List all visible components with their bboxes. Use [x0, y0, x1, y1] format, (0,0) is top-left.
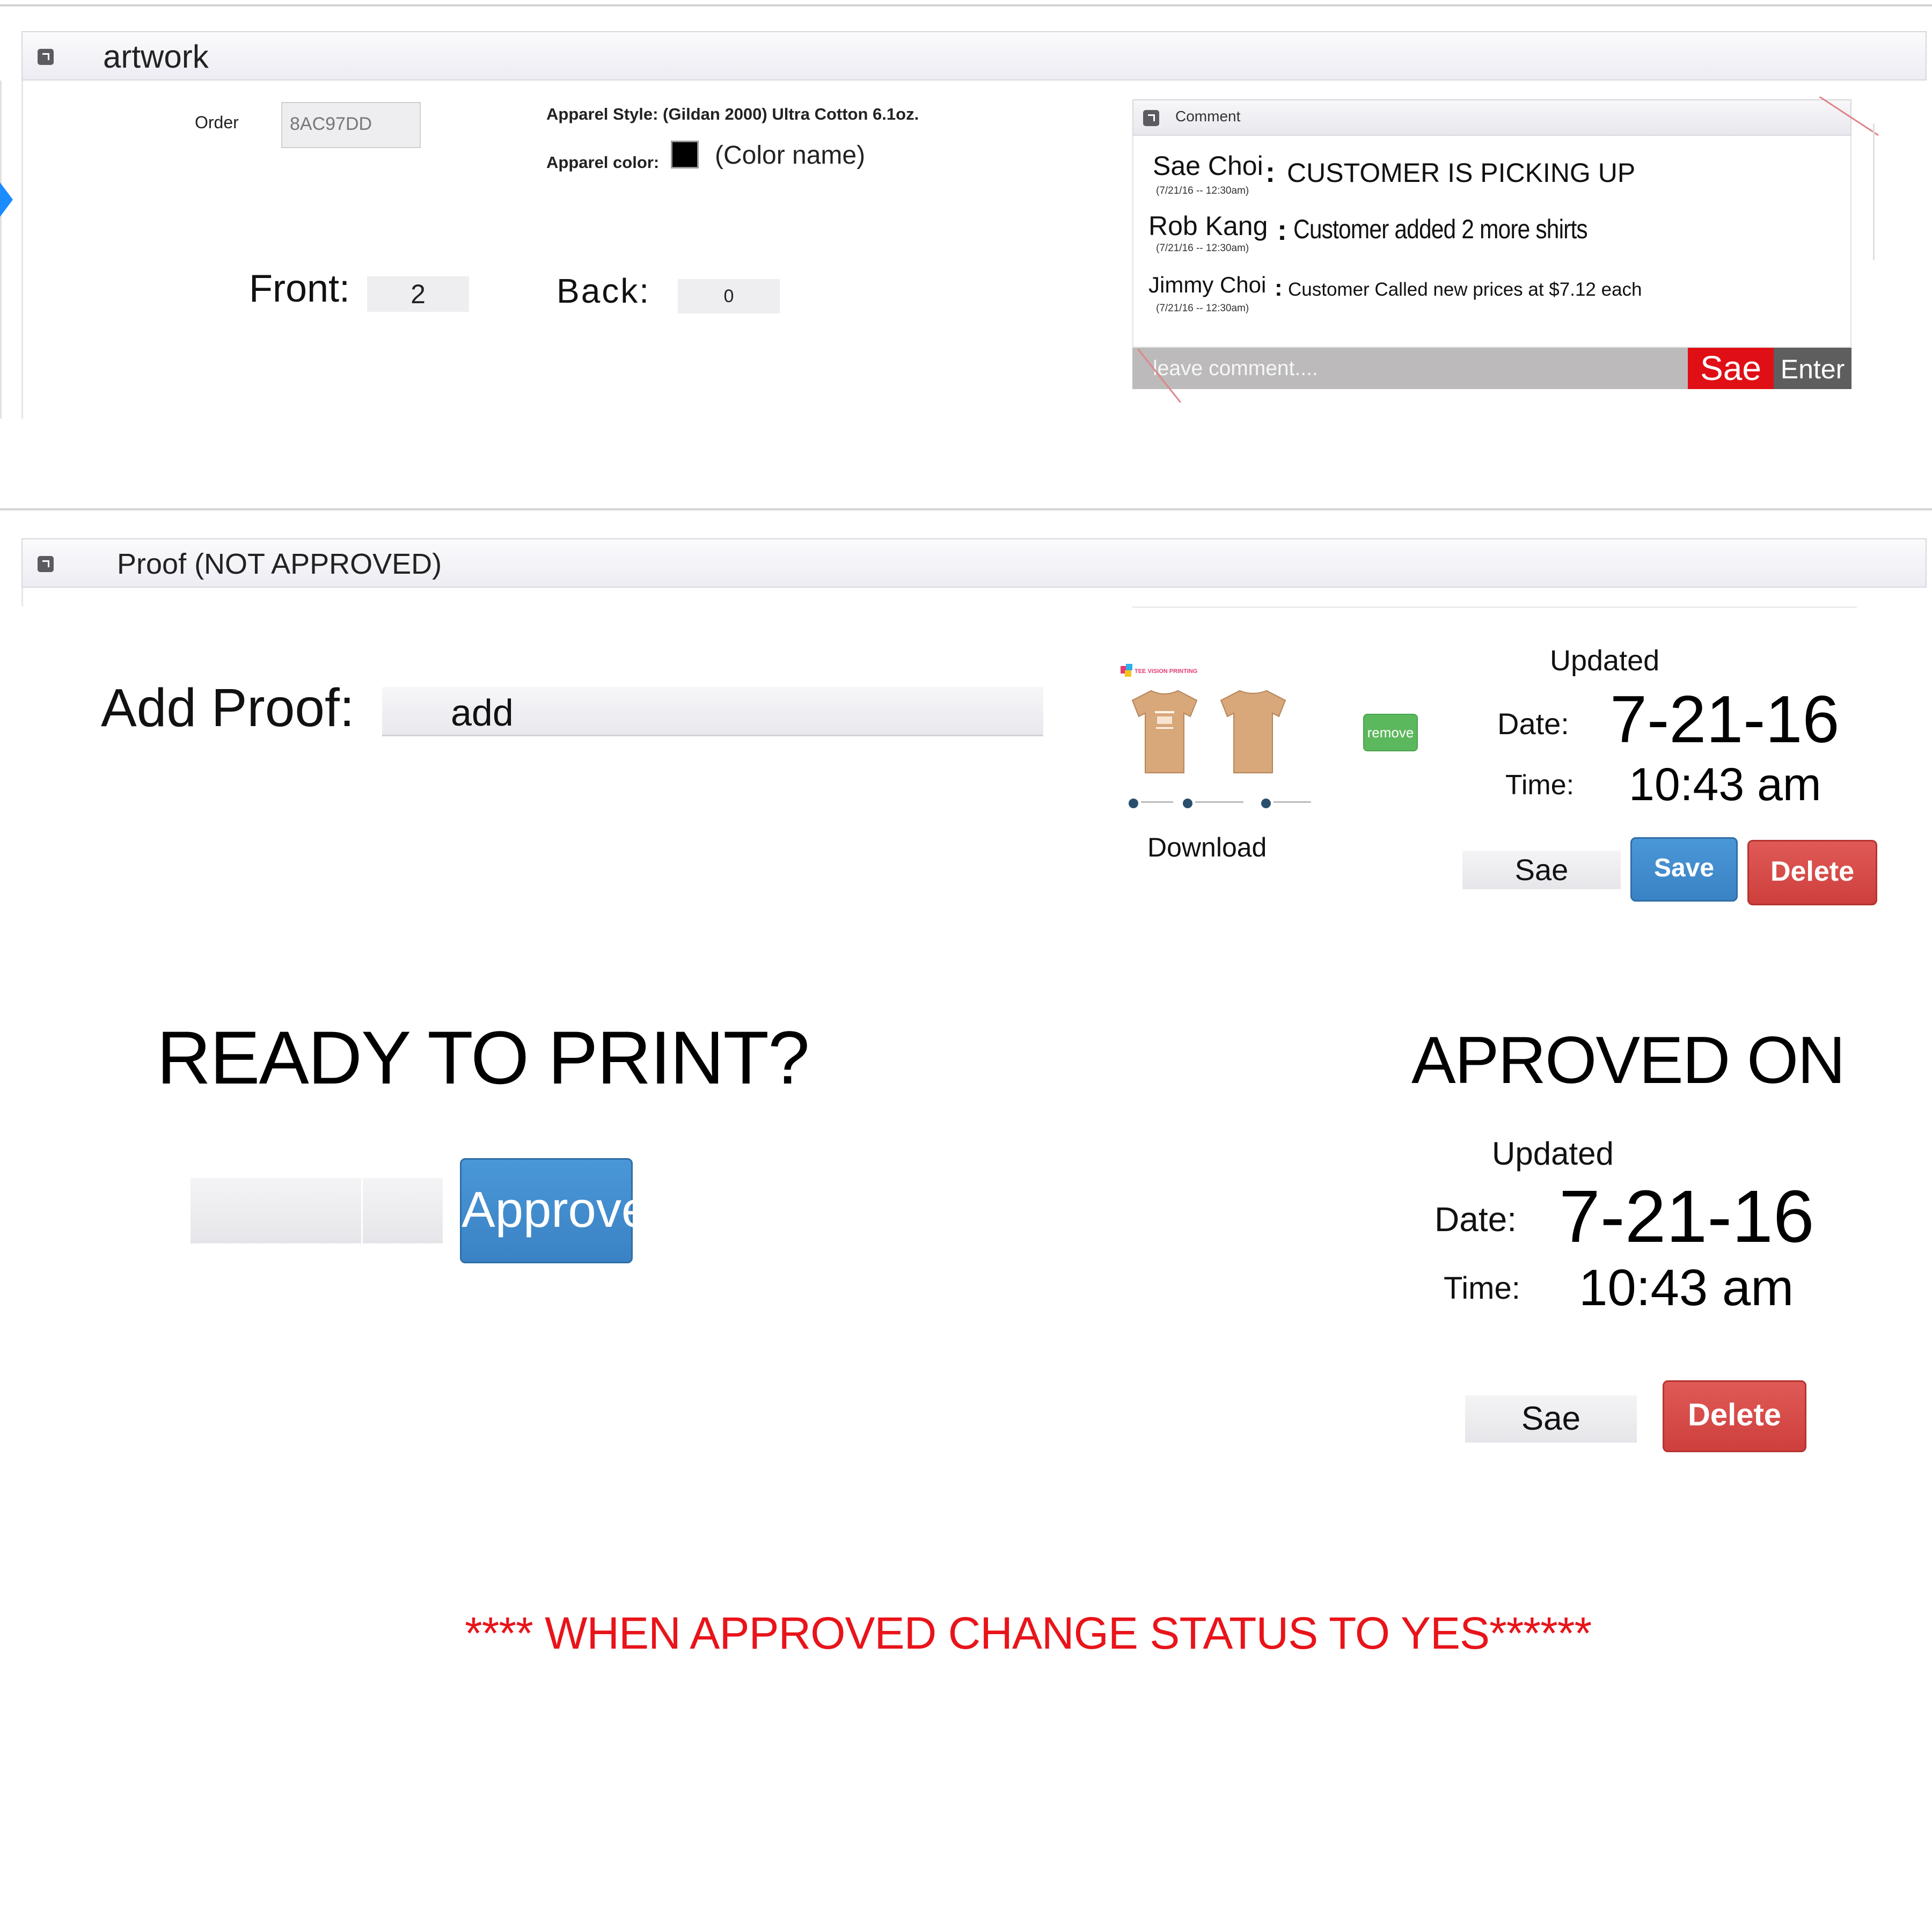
approved-updated-label: Updated: [1492, 1136, 1614, 1172]
tshirt-front-icon: [1131, 690, 1198, 773]
section-divider: [0, 508, 1932, 510]
apparel-color-label: Apparel color:: [546, 153, 660, 172]
proof-panel-left-edge: [21, 588, 23, 606]
comment-time: (7/21/16 -- 12:30am): [1156, 303, 1249, 314]
comment-author: Sae Choi: [1153, 151, 1263, 181]
comment-text: CUSTOMER IS PICKING UP: [1287, 158, 1636, 188]
artwork-panel-header[interactable]: artwork: [21, 31, 1927, 80]
comment-right-edge: [1873, 123, 1875, 260]
add-proof-value: add: [451, 692, 514, 734]
tshirt-back-icon: [1220, 690, 1286, 773]
approved-on-heading: APROVED ON: [1411, 1023, 1846, 1097]
order-label: Order: [195, 113, 239, 132]
thumbnail-brand: TEE VISION PRINTING: [1135, 668, 1197, 675]
updated-label: Updated: [1550, 645, 1660, 677]
red-guide-line: [1138, 349, 1182, 402]
comment-author: Jimmy Choi: [1148, 272, 1267, 297]
expand-icon[interactable]: [38, 49, 54, 65]
comment-time: (7/21/16 -- 12:30am): [1156, 243, 1249, 254]
user-field[interactable]: Sae: [1462, 851, 1621, 889]
comment-separator: :: [1277, 214, 1287, 246]
comment-text: Customer added 2 more shirts: [1293, 214, 1588, 244]
save-button[interactable]: Save: [1630, 837, 1738, 902]
front-count-field[interactable]: 2: [367, 276, 469, 312]
check-icon: [1183, 799, 1192, 808]
proof-panel-header[interactable]: Proof (NOT APPROVED): [21, 538, 1927, 588]
apparel-color-name: (Color name): [715, 141, 866, 170]
top-divider: [0, 4, 1932, 6]
check-icon: [1261, 799, 1271, 808]
color-swatch[interactable]: [671, 141, 699, 169]
comment-user-button[interactable]: Sae: [1688, 348, 1774, 389]
approved-date-value: 7-21-16: [1559, 1175, 1814, 1258]
left-border: [0, 80, 2, 419]
status-field-divider: [361, 1178, 363, 1243]
add-proof-label: Add Proof:: [101, 678, 355, 738]
comment-enter-button[interactable]: Enter: [1774, 348, 1851, 389]
approved-delete-button[interactable]: Delete: [1663, 1380, 1806, 1452]
back-count-field[interactable]: 0: [678, 279, 780, 313]
status-field[interactable]: [191, 1178, 443, 1243]
side-marker: [0, 182, 13, 217]
approved-time-label: Time:: [1444, 1271, 1520, 1306]
apparel-style: Apparel Style: (Gildan 2000) Ultra Cotto…: [546, 105, 919, 123]
comment-text: Customer Called new prices at $7.12 each: [1288, 279, 1642, 300]
back-label: Back:: [557, 272, 651, 310]
front-label: Front:: [249, 267, 350, 310]
check-icon: [1129, 799, 1138, 808]
approve-button[interactable]: Approve: [460, 1158, 649, 1263]
order-field[interactable]: 8AC97DD: [281, 102, 421, 148]
comment-input[interactable]: leave comment....: [1132, 348, 1688, 389]
proof-thumbnail[interactable]: TEE VISION PRINTING: [1111, 657, 1326, 818]
comment-panel-header[interactable]: Comment: [1132, 99, 1851, 136]
time-label: Time:: [1505, 770, 1575, 801]
comment-time: (7/21/16 -- 12:30am): [1156, 185, 1249, 196]
remove-button[interactable]: remove: [1363, 714, 1418, 751]
approved-date-label: Date:: [1435, 1200, 1517, 1239]
expand-icon[interactable]: [38, 556, 54, 572]
comment-separator: :: [1275, 275, 1283, 301]
expand-icon[interactable]: [1143, 110, 1159, 126]
date-label: Date:: [1497, 707, 1569, 741]
artwork-panel-title: artwork: [103, 39, 209, 75]
add-proof-input[interactable]: add: [382, 687, 1043, 736]
delete-button[interactable]: Delete: [1747, 840, 1877, 905]
comment-author: Rob Kang: [1148, 211, 1268, 241]
date-value: 7-21-16: [1610, 683, 1840, 757]
artwork-panel-left-edge: [21, 80, 23, 419]
proof-top-rule: [1132, 606, 1857, 608]
approval-note: **** WHEN APPROVED CHANGE STATUS TO YES*…: [465, 1608, 1592, 1658]
approved-time-value: 10:43 am: [1579, 1259, 1794, 1316]
download-link[interactable]: Download: [1147, 832, 1267, 863]
time-value: 10:43 am: [1629, 759, 1821, 810]
comment-separator: :: [1265, 156, 1275, 188]
approved-user-field[interactable]: Sae: [1465, 1395, 1637, 1443]
ready-to-print-heading: READY TO PRINT?: [157, 1015, 810, 1100]
proof-panel-title: Proof (NOT APPROVED): [117, 548, 442, 580]
comment-title: Comment: [1175, 108, 1241, 125]
